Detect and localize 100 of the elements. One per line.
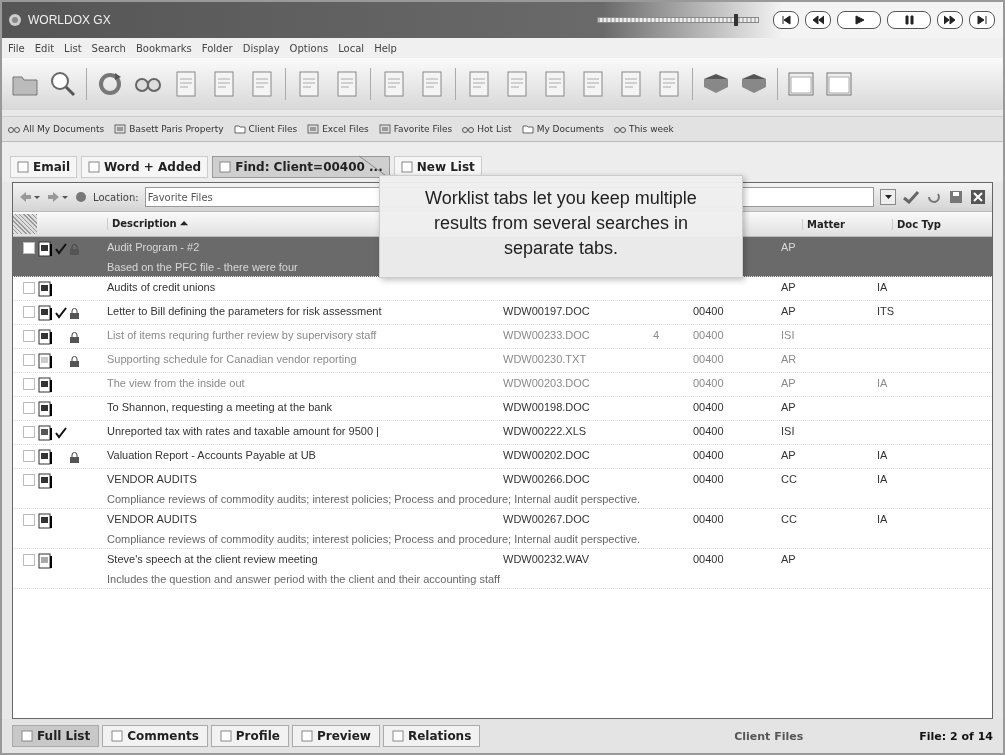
description-cell: To Shannon, requesting a meeting at the bank xyxy=(107,401,333,413)
row-checkbox[interactable] xyxy=(23,426,35,438)
bookmark-link[interactable]: Favorite Files xyxy=(378,124,453,134)
client-cell: 00400 xyxy=(693,425,724,437)
glasses-icon xyxy=(613,124,626,134)
worklist-tab[interactable]: Find: Client=00400 ... xyxy=(212,156,390,178)
file-row[interactable]: Supporting schedule for Canadian vendor reporting WDW00230.TXT 00400 AR xyxy=(13,349,992,373)
pause-icon[interactable] xyxy=(887,11,931,29)
bookmark-link[interactable]: This week xyxy=(613,124,674,134)
doc-type-cell: IA xyxy=(877,513,888,525)
menu-item[interactable]: Options xyxy=(289,42,329,54)
file-name-cell: WDW00198.DOC xyxy=(503,401,590,413)
worklist-tab[interactable]: Email xyxy=(10,156,78,178)
file-row[interactable]: VENDOR AUDITS WDW00266.DOC 00400 CC IA Compliance reviews of commodity audits; interest policies; Process and procedure; Internal audit perspective. xyxy=(13,469,992,509)
menu-item[interactable]: Folder xyxy=(201,42,233,54)
version-cell: 4 xyxy=(653,329,660,341)
client-cell: 00400 xyxy=(693,449,724,461)
menu-item[interactable]: Local xyxy=(338,42,365,54)
doc-type-cell: IA xyxy=(877,473,888,485)
menu-item[interactable]: Bookmarks xyxy=(135,42,192,54)
matter-cell: CC xyxy=(781,473,797,485)
menu-item[interactable]: List xyxy=(64,42,82,54)
menu-item[interactable]: Search xyxy=(91,42,126,54)
row-checkbox[interactable] xyxy=(23,354,35,366)
bookmark-link[interactable]: Basett Paris Property xyxy=(114,124,224,134)
bookmark-link[interactable]: Hot List xyxy=(462,124,512,134)
view-tab[interactable]: Relations xyxy=(382,725,481,747)
save-icon[interactable] xyxy=(948,190,964,204)
menu-item[interactable]: File xyxy=(8,42,25,54)
row-checkbox[interactable] xyxy=(23,402,35,414)
bookmark-link[interactable]: My Documents xyxy=(521,124,604,134)
file-row[interactable]: Valuation Report - Accounts Payable at UB WDW00202.DOC 00400 AP IA xyxy=(13,445,992,469)
doc-type-cell: IA xyxy=(877,377,888,389)
description-cell: VENDOR AUDITS xyxy=(107,513,197,525)
file-row[interactable]: Steve's speech at the client review meeting WDW00232.WAV 00400 AP Includes the question and answer period with the client and their accounting staff xyxy=(13,549,992,589)
fast-forward-icon[interactable] xyxy=(937,11,963,29)
dropdown-button[interactable] xyxy=(880,189,896,205)
page-icon xyxy=(17,161,29,173)
file-row[interactable]: Unreported tax with rates and taxable amount for 9500 | WDW00222.XLS 00400 ISI xyxy=(13,421,992,445)
document-icon xyxy=(37,513,53,529)
menu-item[interactable]: Edit xyxy=(34,42,55,54)
app-logo-icon xyxy=(8,13,22,27)
checkmark-icon[interactable] xyxy=(902,190,920,204)
file-row[interactable]: To Shannon, requesting a meeting at the bank WDW00198.DOC 00400 AP xyxy=(13,397,992,421)
client-cell: 00400 xyxy=(693,553,724,565)
matter-cell: AR xyxy=(781,353,797,365)
bookmark-link[interactable]: Client Files xyxy=(233,124,298,134)
window-icon[interactable] xyxy=(786,69,816,99)
file-row[interactable]: VENDOR AUDITS WDW00267.DOC 00400 CC IA Compliance reviews of commodity audits; interest policies; Process and procedure; Internal audit perspective. xyxy=(13,509,992,549)
row-checkbox[interactable] xyxy=(23,450,35,462)
worklist-tab[interactable]: Word + Added xyxy=(81,156,209,178)
skip-back-icon[interactable] xyxy=(773,11,799,29)
status-location: Client Files xyxy=(734,729,804,743)
play-icon[interactable] xyxy=(837,11,881,29)
rewind-icon[interactable] xyxy=(805,11,831,29)
file-name-cell: WDW00232.WAV xyxy=(503,553,590,565)
file-name-cell: WDW00267.DOC xyxy=(503,513,590,525)
view-tab[interactable]: Comments xyxy=(102,725,208,747)
column-header[interactable]: Matter xyxy=(802,218,892,230)
matter-cell: AP xyxy=(781,305,796,317)
menu-item[interactable]: Help xyxy=(374,42,397,54)
caret-icon xyxy=(884,195,892,199)
skip-forward-icon[interactable] xyxy=(969,11,995,29)
matter-cell: AP xyxy=(781,377,796,389)
page-icon xyxy=(300,730,313,742)
file-row[interactable]: Letter to Bill defining the parameters for risk assessment WDW00197.DOC 00400 AP ITS xyxy=(13,301,992,325)
window-icon[interactable] xyxy=(824,69,854,99)
row-checkbox[interactable] xyxy=(23,330,35,342)
column-header[interactable]: Doc Typ xyxy=(892,218,992,230)
matter-cell: AP xyxy=(781,281,796,293)
view-tab[interactable]: Full List xyxy=(12,725,100,747)
page-icon xyxy=(88,161,101,173)
row-checkbox[interactable] xyxy=(23,282,35,294)
file-row[interactable]: List of items requring further review by supervisory staff WDW00233.DOC 4 00400 ISI xyxy=(13,325,992,349)
menu-item[interactable]: Display xyxy=(242,42,280,54)
row-checkbox[interactable] xyxy=(23,514,35,526)
bookmark-link[interactable]: All My Documents xyxy=(8,124,105,134)
document-icon xyxy=(37,329,53,345)
close-icon[interactable] xyxy=(970,190,986,204)
row-checkbox[interactable] xyxy=(23,306,35,318)
slider-thumb[interactable] xyxy=(733,14,738,26)
forward-arrow-icon[interactable] xyxy=(47,191,69,203)
document-icon xyxy=(37,353,53,369)
view-tab[interactable]: Profile xyxy=(210,725,289,747)
search-icon[interactable] xyxy=(48,69,78,99)
row-checkbox[interactable] xyxy=(23,242,35,254)
row-checkbox[interactable] xyxy=(23,554,35,566)
file-row[interactable]: The view from the inside out WDW00203.DOC 00400 AP IA xyxy=(13,373,992,397)
row-checkbox[interactable] xyxy=(23,474,35,486)
description-cell: List of items requring further review by supervisory staff xyxy=(107,329,377,341)
back-arrow-icon[interactable] xyxy=(19,191,41,203)
worklist-tab[interactable]: New List xyxy=(393,156,482,178)
description-cell: Valuation Report - Accounts Payable at UB xyxy=(107,449,316,461)
row-checkbox[interactable] xyxy=(23,378,35,390)
bookmark-link[interactable]: Excel Files xyxy=(307,124,369,134)
status-position: File: 2 of 14 xyxy=(919,729,993,743)
select-all-corner[interactable] xyxy=(13,214,37,234)
seek-slider[interactable] xyxy=(597,17,759,23)
view-tab[interactable]: Preview xyxy=(291,725,380,747)
tooltip: Worklist tabs let you keep multiple results from several searches in separate tabs. xyxy=(379,175,743,278)
